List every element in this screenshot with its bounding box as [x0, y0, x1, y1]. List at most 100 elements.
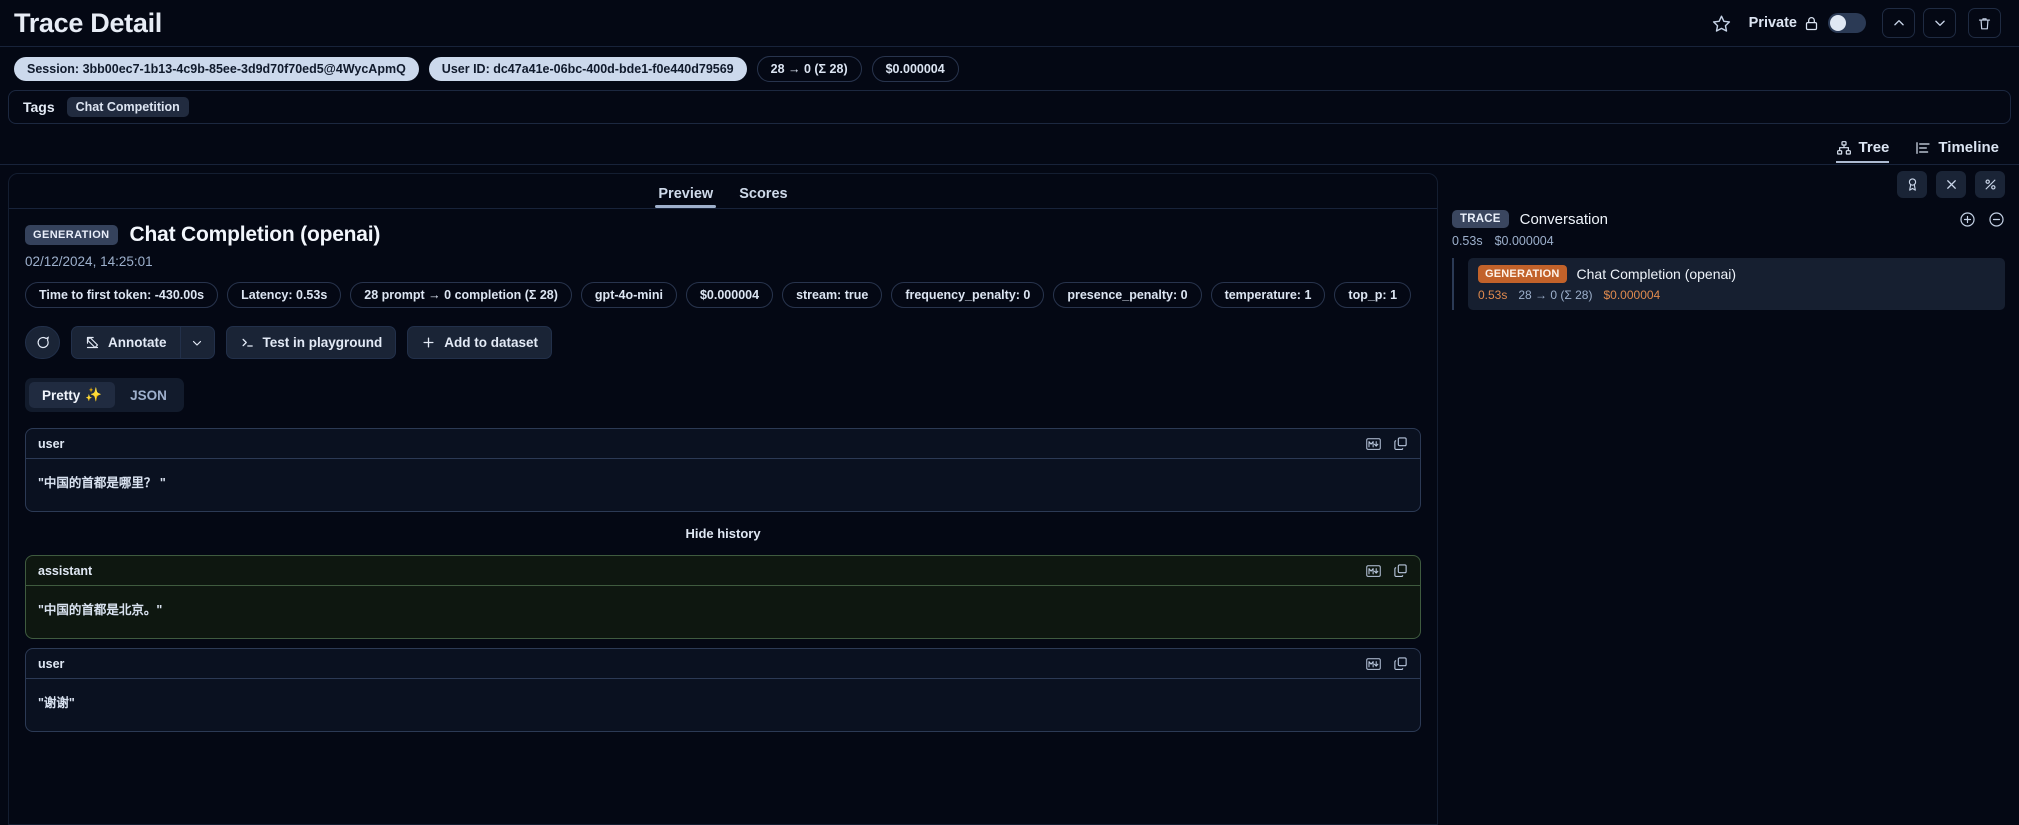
format-toggle: Pretty ✨ JSON	[25, 378, 184, 412]
format-tab-pretty[interactable]: Pretty ✨	[29, 382, 115, 408]
trace-root-name: Conversation	[1520, 211, 1608, 228]
tab-timeline-label: Timeline	[1938, 139, 1999, 156]
preview-scores-tabs: Preview Scores	[9, 174, 1437, 209]
timeline-icon	[1915, 140, 1931, 156]
message-header: user	[26, 429, 1420, 459]
trace-detail-page: Trace Detail Private	[0, 0, 2019, 825]
trace-root-header[interactable]: TRACE Conversation	[1452, 210, 2005, 228]
view-tab-bar: Tree Timeline	[0, 124, 2019, 164]
copy-icon[interactable]	[1393, 436, 1408, 451]
meta-time-to-first-token[interactable]: Time to first token: -430.00s	[25, 282, 218, 308]
format-tab-json[interactable]: JSON	[117, 382, 180, 408]
trace-type-badge: TRACE	[1452, 210, 1509, 228]
pencil-square-icon	[85, 335, 100, 350]
privacy-switch[interactable]	[1828, 13, 1866, 33]
copy-icon[interactable]	[1393, 656, 1408, 671]
nav-buttons	[1882, 8, 2001, 38]
message-card-user-2: user	[25, 648, 1421, 732]
collapse-icon[interactable]	[1936, 171, 1966, 198]
tags-bar-wrapper: Tags Chat Competition	[0, 90, 2019, 124]
message-content: "谢谢"	[26, 679, 1420, 731]
tree-node-cost: $0.000004	[1603, 288, 1660, 302]
identifier-row: Session: 3bb00ec7-1b13-4c9b-85ee-3d9d70f…	[0, 47, 2019, 90]
message-role: assistant	[38, 564, 92, 578]
token-usage-badge[interactable]: 28 → 0 (Σ 28)	[757, 56, 862, 82]
page-title: Trace Detail	[14, 8, 162, 39]
copy-icon[interactable]	[1393, 563, 1408, 578]
markdown-icon[interactable]	[1366, 437, 1381, 451]
trace-root-cost: $0.000004	[1495, 234, 1554, 248]
meta-temperature[interactable]: temperature: 1	[1211, 282, 1326, 308]
message-actions	[1366, 436, 1408, 451]
format-pretty-label: Pretty	[42, 388, 80, 403]
switch-knob	[1830, 15, 1846, 31]
next-trace-button[interactable]	[1923, 8, 1956, 38]
tree-children: GENERATION Chat Completion (openai) 0.53…	[1452, 258, 2005, 310]
meta-frequency-penalty[interactable]: frequency_penalty: 0	[891, 282, 1044, 308]
message-role: user	[38, 657, 64, 671]
total-cost-badge[interactable]: $0.000004	[872, 56, 959, 82]
meta-tokens[interactable]: 28 prompt → 0 completion (Σ 28)	[350, 282, 572, 308]
markdown-icon[interactable]	[1366, 657, 1381, 671]
observation-actions: Annotate Test in playground	[25, 326, 1421, 359]
meta-model[interactable]: gpt-4o-mini	[581, 282, 677, 308]
tree-icon	[1836, 140, 1852, 156]
annotate-label: Annotate	[108, 335, 167, 350]
observation-header: GENERATION Chat Completion (openai)	[25, 223, 1421, 247]
tree-node-latency: 0.53s	[1478, 288, 1507, 302]
tab-timeline[interactable]: Timeline	[1915, 139, 1999, 163]
meta-stream[interactable]: stream: true	[782, 282, 882, 308]
trace-root-left: TRACE Conversation	[1452, 210, 1608, 228]
tree-node-generation[interactable]: GENERATION Chat Completion (openai) 0.53…	[1468, 258, 2005, 310]
plus-icon	[421, 335, 436, 350]
meta-latency[interactable]: Latency: 0.53s	[227, 282, 341, 308]
dataset-label: Add to dataset	[444, 335, 538, 350]
message-spacer	[25, 639, 1421, 648]
observation-meta-pills: Time to first token: -430.00s Latency: 0…	[25, 282, 1421, 308]
minus-circle-icon[interactable]	[1988, 211, 2005, 228]
tag-chat-competition[interactable]: Chat Competition	[67, 97, 189, 117]
annotate-split-button: Annotate	[71, 326, 215, 359]
tab-tree[interactable]: Tree	[1836, 139, 1890, 163]
tree-node-type-badge: GENERATION	[1478, 265, 1567, 283]
session-id-badge[interactable]: Session: 3bb00ec7-1b13-4c9b-85ee-3d9d70f…	[14, 57, 419, 81]
tab-scores[interactable]: Scores	[739, 186, 787, 208]
privacy-toggle-group: Private	[1749, 13, 1866, 33]
message-header: user	[26, 649, 1420, 679]
message-card-user-1: user	[25, 428, 1421, 512]
previous-trace-button[interactable]	[1882, 8, 1915, 38]
observation-title: Chat Completion (openai)	[130, 223, 381, 247]
user-id-badge[interactable]: User ID: dc47a41e-06bc-400d-bde1-f0e440d…	[429, 57, 747, 81]
tags-bar[interactable]: Tags Chat Competition	[8, 90, 2011, 124]
message-card-assistant-1: assistant	[25, 555, 1421, 639]
privacy-label: Private	[1749, 15, 1797, 31]
observation-type-badge: GENERATION	[25, 225, 118, 245]
message-actions	[1366, 563, 1408, 578]
annotate-button[interactable]: Annotate	[71, 326, 180, 359]
hide-history-button[interactable]: Hide history	[25, 512, 1421, 555]
tree-node-tokens: 28 → 0 (Σ 28)	[1518, 288, 1592, 302]
comment-icon	[35, 335, 50, 350]
observation-panel: Preview Scores GENERATION Chat Completio…	[8, 173, 1438, 825]
meta-cost[interactable]: $0.000004	[686, 282, 773, 308]
chevron-down-icon	[191, 337, 203, 349]
delete-trace-button[interactable]	[1968, 8, 2001, 38]
plus-circle-icon[interactable]	[1959, 211, 1976, 228]
markdown-icon[interactable]	[1366, 564, 1381, 578]
meta-top-p[interactable]: top_p: 1	[1334, 282, 1411, 308]
test-in-playground-button[interactable]: Test in playground	[226, 326, 397, 359]
ribbon-icon[interactable]	[1897, 171, 1927, 198]
comment-button[interactable]	[25, 326, 60, 359]
message-content: "中国的首都是哪里？ "	[26, 459, 1420, 511]
observation-body: GENERATION Chat Completion (openai) 02/1…	[9, 209, 1437, 824]
tab-preview[interactable]: Preview	[658, 186, 713, 208]
add-to-dataset-button[interactable]: Add to dataset	[407, 326, 552, 359]
message-list: user	[25, 428, 1421, 732]
annotate-dropdown-button[interactable]	[180, 326, 215, 359]
trace-zoom-controls	[1959, 211, 2005, 228]
tree-toolbar	[1452, 171, 2005, 198]
star-icon[interactable]	[1707, 8, 1737, 38]
meta-presence-penalty[interactable]: presence_penalty: 0	[1053, 282, 1201, 308]
percent-icon[interactable]	[1975, 171, 2005, 198]
trace-root-metrics: 0.53s $0.000004	[1452, 234, 2005, 248]
